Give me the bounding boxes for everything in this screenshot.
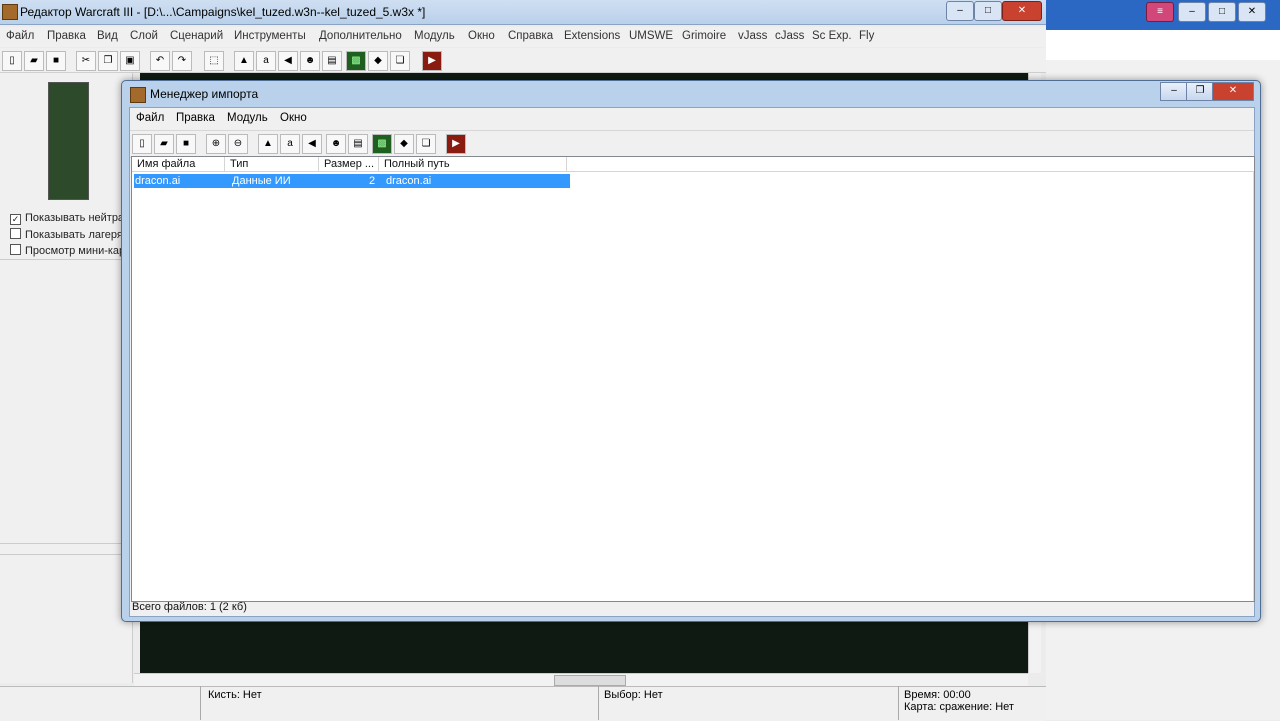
menu-umswe[interactable]: UMSWE — [629, 30, 673, 42]
app-icon — [130, 87, 146, 103]
main-toolbar: ▯ ▰ ■ ✂ ❐ ▣ ↶ ↷ ⬚ ▲ a ◀ ☻ ▤ ▩ ◆ ❏ ▶ — [0, 48, 1046, 73]
menu-view[interactable]: Вид — [97, 30, 118, 42]
menu-cjass[interactable]: cJass — [775, 30, 804, 42]
dialog-close-button[interactable]: ✕ — [1212, 82, 1254, 101]
paste-icon[interactable]: ▣ — [120, 51, 140, 71]
minimap[interactable] — [48, 82, 89, 200]
export-file-icon[interactable]: ⊖ — [228, 134, 248, 154]
window-title: Редактор Warcraft III - [D:\...\Campaign… — [20, 5, 426, 19]
import-file-icon[interactable]: ⊕ — [206, 134, 226, 154]
menu-layer[interactable]: Слой — [130, 30, 158, 42]
cell-size: 2 — [369, 175, 376, 187]
dialog-menu-module[interactable]: Модуль — [227, 112, 268, 124]
checkbox-show-camps[interactable]: Показывать лагеря — [10, 228, 123, 241]
main-titlebar: Редактор Warcraft III - [D:\...\Campaign… — [0, 0, 1046, 25]
cell-path: dracon.ai — [386, 175, 432, 187]
menu-scenario[interactable]: Сценарий — [170, 30, 223, 42]
menu-scexp[interactable]: Sc Exp. — [812, 30, 852, 42]
menu-fly[interactable]: Fly — [859, 30, 874, 42]
menu-grimoire[interactable]: Grimoire — [682, 30, 726, 42]
menu-file[interactable]: Файл — [6, 30, 34, 42]
sound-editor-icon[interactable]: ◀ — [302, 134, 322, 154]
status-selection: Выбор: Нет — [604, 689, 663, 701]
column-header-type[interactable]: Тип — [225, 157, 319, 172]
test-map-icon[interactable]: ▶ — [446, 134, 466, 154]
campaign-editor-icon[interactable]: ▤ — [348, 134, 368, 154]
trigger-editor-icon[interactable]: a — [256, 51, 276, 71]
column-header-size[interactable]: Размер ... — [319, 157, 379, 172]
maximize-icon[interactable]: □ — [1208, 2, 1236, 22]
status-time: Время: 00:00 — [904, 689, 971, 701]
dialog-minimize-button[interactable]: – — [1160, 82, 1188, 101]
campaign-editor-icon[interactable]: ▤ — [322, 51, 342, 71]
check-icon: ✓ — [10, 214, 21, 225]
minimize-icon[interactable]: – — [1178, 2, 1206, 22]
ai-editor-icon[interactable]: ▩ — [372, 134, 392, 154]
checkbox-minimap-view[interactable]: Просмотр мини-кар — [10, 244, 125, 257]
trigger-editor-icon[interactable]: a — [280, 134, 300, 154]
dialog-status: Всего файлов: 1 (2 кб) — [132, 601, 247, 613]
object-editor-icon[interactable]: ☻ — [300, 51, 320, 71]
checkbox-show-neutral[interactable]: ✓ Показывать нейтра — [10, 212, 124, 225]
table-row[interactable]: dracon.ai Данные ИИ 2 dracon.ai — [134, 174, 570, 188]
main-menubar: Файл Правка Вид Слой Сценарий Инструмент… — [0, 27, 1046, 47]
dialog-menu-file[interactable]: Файл — [136, 112, 164, 124]
object-manager-icon[interactable]: ◆ — [394, 134, 414, 154]
terrain-editor-icon[interactable]: ▲ — [234, 51, 254, 71]
menu-help[interactable]: Справка — [508, 30, 553, 42]
divider — [0, 543, 132, 555]
sound-editor-icon[interactable]: ◀ — [278, 51, 298, 71]
status-brush: Кисть: Нет — [208, 689, 262, 701]
dialog-menu-edit[interactable]: Правка — [176, 112, 215, 124]
horizontal-scrollbar[interactable] — [134, 673, 1028, 686]
save-icon[interactable]: ■ — [176, 134, 196, 154]
column-header-filename[interactable]: Имя файла — [132, 157, 225, 172]
close-button[interactable]: ✕ — [1002, 1, 1042, 21]
close-icon[interactable]: ✕ — [1238, 2, 1266, 22]
redo-icon[interactable]: ↷ — [172, 51, 192, 71]
dialog-toolbar: ▯ ▰ ■ ⊕ ⊖ ▲ a ◀ ☻ ▤ ▩ ◆ ❏ ▶ — [130, 130, 1254, 158]
file-list[interactable]: Имя файла Тип Размер ... Полный путь dra… — [131, 156, 1255, 602]
maximize-button[interactable]: □ — [974, 1, 1002, 21]
cell-type: Данные ИИ — [232, 175, 291, 187]
import-manager-dialog: Менеджер импорта – ❐ ✕ Файл Правка Модул… — [121, 80, 1261, 622]
menu-advanced[interactable]: Дополнительно — [319, 30, 402, 42]
status-map: Карта: сражение: Нет — [904, 701, 1014, 713]
open-folder-icon[interactable]: ▰ — [154, 134, 174, 154]
menu-module[interactable]: Модуль — [414, 30, 455, 42]
copy-icon[interactable]: ❐ — [98, 51, 118, 71]
dialog-title: Менеджер импорта — [150, 87, 259, 101]
new-file-icon[interactable]: ▯ — [132, 134, 152, 154]
object-editor-icon[interactable]: ☻ — [326, 134, 346, 154]
menu-window[interactable]: Окно — [468, 30, 495, 42]
import-manager-icon[interactable]: ❏ — [390, 51, 410, 71]
open-folder-icon[interactable]: ▰ — [24, 51, 44, 71]
menu-vjass[interactable]: vJass — [738, 30, 767, 42]
object-manager-icon[interactable]: ◆ — [368, 51, 388, 71]
cell-filename: dracon.ai — [135, 175, 181, 187]
import-manager-icon[interactable]: ❏ — [416, 134, 436, 154]
cut-icon[interactable]: ✂ — [76, 51, 96, 71]
dialog-maximize-button[interactable]: ❐ — [1186, 82, 1214, 101]
dialog-menu-window[interactable]: Окно — [280, 112, 307, 124]
ai-editor-icon[interactable]: ▩ — [346, 51, 366, 71]
menu-edit[interactable]: Правка — [47, 30, 86, 42]
select-icon[interactable]: ⬚ — [204, 51, 224, 71]
menu-icon[interactable]: ≡ — [1146, 2, 1174, 22]
divider — [0, 259, 132, 260]
new-file-icon[interactable]: ▯ — [2, 51, 22, 71]
column-header-path[interactable]: Полный путь — [379, 157, 567, 172]
terrain-editor-icon[interactable]: ▲ — [258, 134, 278, 154]
menu-extensions[interactable]: Extensions — [564, 30, 620, 42]
undo-icon[interactable]: ↶ — [150, 51, 170, 71]
menu-tools[interactable]: Инструменты — [234, 30, 306, 42]
status-bar: Кисть: Нет Выбор: Нет Время: 00:00 Карта… — [0, 686, 1046, 721]
app-icon — [2, 4, 18, 20]
scroll-thumb[interactable] — [554, 675, 626, 686]
dialog-body: Файл Правка Модуль Окно ▯ ▰ ■ ⊕ ⊖ ▲ a ◀ … — [129, 107, 1255, 617]
test-map-icon[interactable]: ▶ — [422, 51, 442, 71]
minimize-button[interactable]: – — [946, 1, 974, 21]
background-toolbar: ▸ ◍ ☁ ɕ § ✚ ◈ ⏻ — [1046, 30, 1280, 82]
save-icon[interactable]: ■ — [46, 51, 66, 71]
